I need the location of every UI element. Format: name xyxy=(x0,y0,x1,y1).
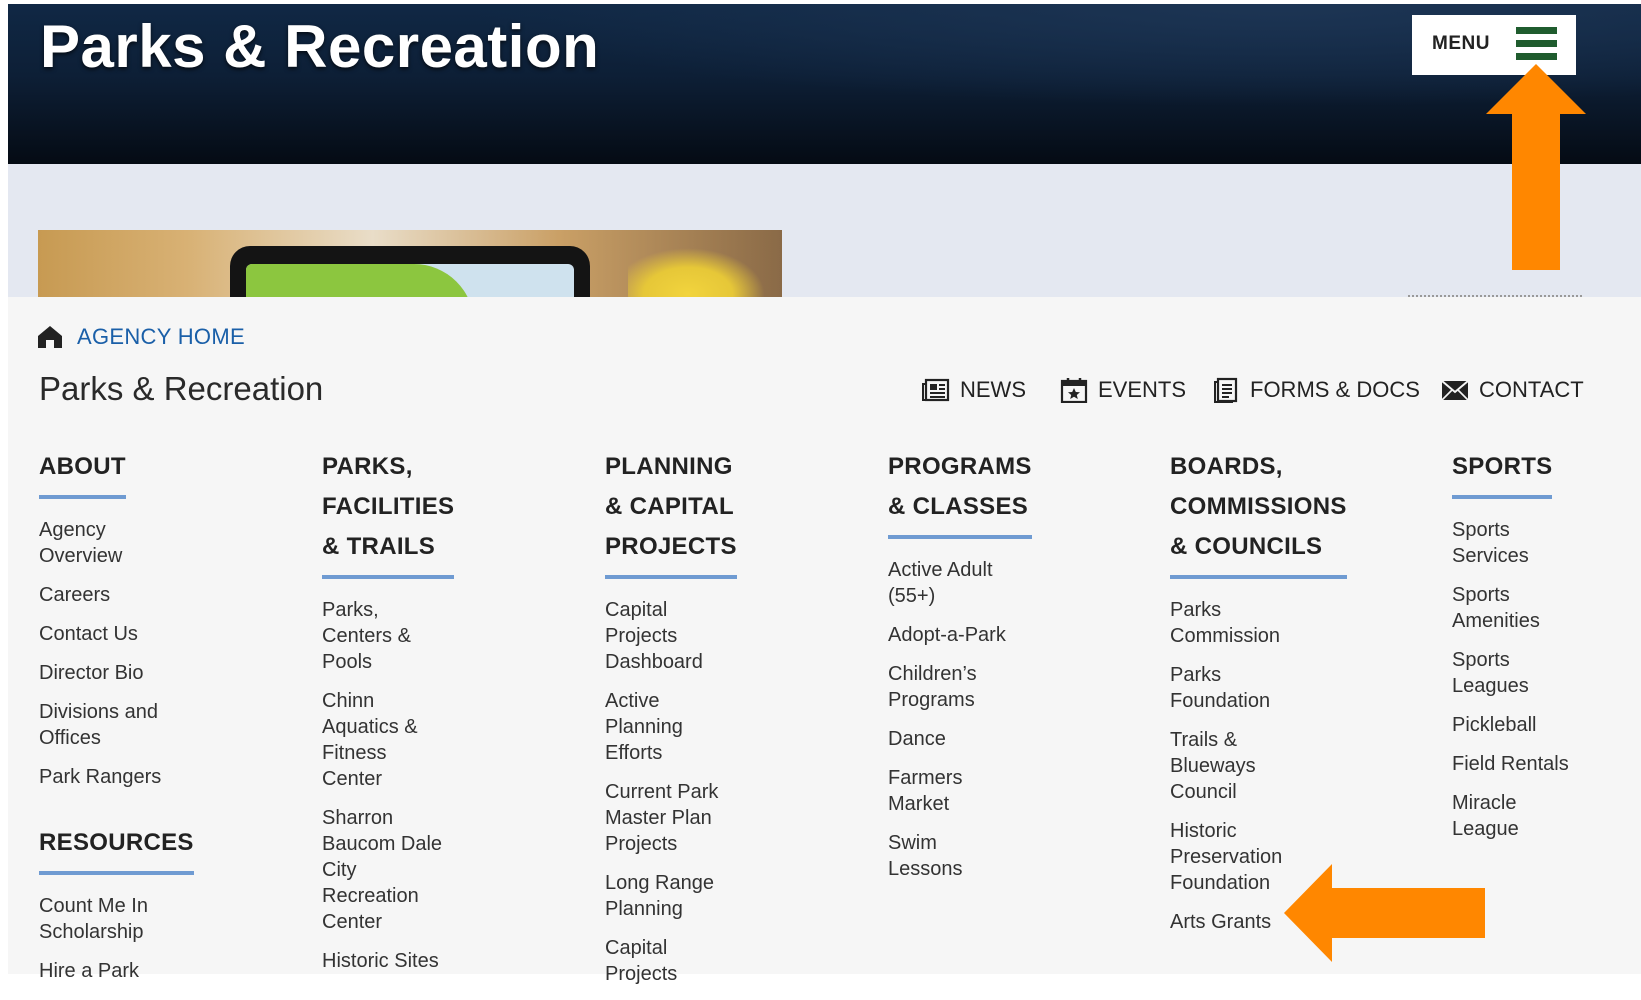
list-item[interactable]: Sports Leagues xyxy=(1452,647,1572,699)
parks-list: Parks, Centers & Pools Chinn Aquatics & … xyxy=(322,597,452,974)
planning-list: Capital Projects Dashboard Active Planni… xyxy=(605,597,730,987)
contact-link[interactable]: CONTACT xyxy=(1441,377,1584,403)
agency-home-link[interactable]: AGENCY HOME xyxy=(37,324,245,350)
arts-grants-link[interactable]: Arts Grants xyxy=(1170,909,1300,935)
boards-list: Parks Commission Parks Foundation Trails… xyxy=(1170,597,1300,935)
about-list: Agency Overview Careers Contact Us Direc… xyxy=(39,517,194,790)
header-banner: Parks & Recreation xyxy=(8,4,1641,164)
department-title: Parks & Recreation xyxy=(39,370,324,407)
tablet-image xyxy=(230,246,590,297)
sports-column: SPORTS Sports Services Sports Amenities … xyxy=(1452,447,1572,855)
list-item[interactable]: Historic Preservation Foundation xyxy=(1170,818,1300,896)
list-item[interactable]: Sharron Baucom Dale City Recreation Cent… xyxy=(322,805,452,935)
list-item[interactable]: Count Me In Scholarship xyxy=(39,893,169,945)
list-item[interactable]: Agency Overview xyxy=(39,517,159,569)
list-item[interactable]: Farmers Market xyxy=(888,765,1013,817)
sports-list: Sports Services Sports Amenities Sports … xyxy=(1452,517,1572,842)
list-item[interactable]: Parks Commission xyxy=(1170,597,1300,649)
news-label: NEWS xyxy=(960,377,1026,402)
sports-heading: SPORTS xyxy=(1452,447,1553,499)
flower-image xyxy=(628,240,778,297)
list-item[interactable]: Children’s Programs xyxy=(888,661,1013,713)
list-item[interactable]: Chinn Aquatics & Fitness Center xyxy=(322,688,452,792)
about-column: ABOUT Agency Overview Careers Contact Us… xyxy=(39,447,194,997)
list-item[interactable]: Hire a Park xyxy=(39,958,194,984)
list-item[interactable]: Dance xyxy=(888,726,1013,752)
news-link[interactable]: NEWS xyxy=(922,377,1026,403)
list-item[interactable]: Sports Services xyxy=(1452,517,1572,569)
list-item[interactable]: Contact Us xyxy=(39,621,194,647)
planning-heading: PLANNING & CAPITAL PROJECTS xyxy=(605,447,737,579)
list-item[interactable]: Swim Lessons xyxy=(888,830,1013,882)
up-arrow-icon xyxy=(1486,64,1586,270)
resources-list: Count Me In Scholarship Hire a Park xyxy=(39,893,194,984)
parks-column: PARKS, FACILITIES & TRAILS Parks, Center… xyxy=(322,447,455,987)
list-item[interactable]: Active Planning Efforts xyxy=(605,688,730,766)
forms-docs-label: FORMS & DOCS xyxy=(1250,377,1420,402)
programs-column: PROGRAMS & CLASSES Active Adult (55+) Ad… xyxy=(888,447,1032,895)
left-arrow-icon xyxy=(1284,864,1485,962)
agency-home-label: AGENCY HOME xyxy=(77,324,245,349)
list-item[interactable]: Trails & Blueways Council xyxy=(1170,727,1300,805)
forms-docs-link[interactable]: FORMS & DOCS xyxy=(1212,377,1420,403)
site-title: Parks & Recreation xyxy=(40,13,600,80)
list-item[interactable]: Miracle League xyxy=(1452,790,1572,842)
about-heading: ABOUT xyxy=(39,447,126,499)
list-item[interactable]: Historic Sites xyxy=(322,948,452,974)
list-item[interactable]: Director Bio xyxy=(39,660,194,686)
document-icon xyxy=(1214,377,1238,403)
resources-heading: RESOURCES xyxy=(39,823,194,875)
list-item[interactable]: Active Adult (55+) xyxy=(888,557,1013,609)
events-link[interactable]: EVENTS xyxy=(1060,377,1186,403)
list-item[interactable]: Parks Foundation xyxy=(1170,662,1300,714)
menu-label: MENU xyxy=(1432,33,1490,54)
programs-list: Active Adult (55+) Adopt-a-Park Children… xyxy=(888,557,1013,882)
list-item[interactable]: Sports Amenities xyxy=(1452,582,1572,634)
list-item[interactable]: Divisions and Offices xyxy=(39,699,179,751)
planning-column: PLANNING & CAPITAL PROJECTS Capital Proj… xyxy=(605,447,737,1000)
home-icon xyxy=(38,326,62,348)
programs-heading: PROGRAMS & CLASSES xyxy=(888,447,1032,539)
list-item[interactable]: Park Rangers xyxy=(39,764,194,790)
envelope-icon xyxy=(1441,380,1469,401)
list-item[interactable]: Long Range Planning xyxy=(605,870,730,922)
list-item[interactable]: Current Park Master Plan Projects xyxy=(605,779,730,857)
newspaper-icon xyxy=(922,378,950,402)
list-item[interactable]: Capital Projects xyxy=(605,935,730,987)
list-item[interactable]: Parks, Centers & Pools xyxy=(322,597,452,675)
list-item[interactable]: Field Rentals xyxy=(1452,751,1572,777)
list-item[interactable]: Capital Projects Dashboard xyxy=(605,597,730,675)
list-item[interactable]: Pickleball xyxy=(1452,712,1572,738)
boards-heading: BOARDS, COMMISSIONS & COUNCILS xyxy=(1170,447,1347,579)
calendar-icon xyxy=(1060,378,1088,403)
list-item[interactable]: Adopt-a-Park xyxy=(888,622,1013,648)
parks-heading: PARKS, FACILITIES & TRAILS xyxy=(322,447,455,579)
contact-label: CONTACT xyxy=(1479,377,1584,402)
hero-photo xyxy=(38,230,782,297)
hamburger-icon xyxy=(1516,27,1557,61)
list-item[interactable]: Careers xyxy=(39,582,194,608)
events-label: EVENTS xyxy=(1098,377,1187,402)
